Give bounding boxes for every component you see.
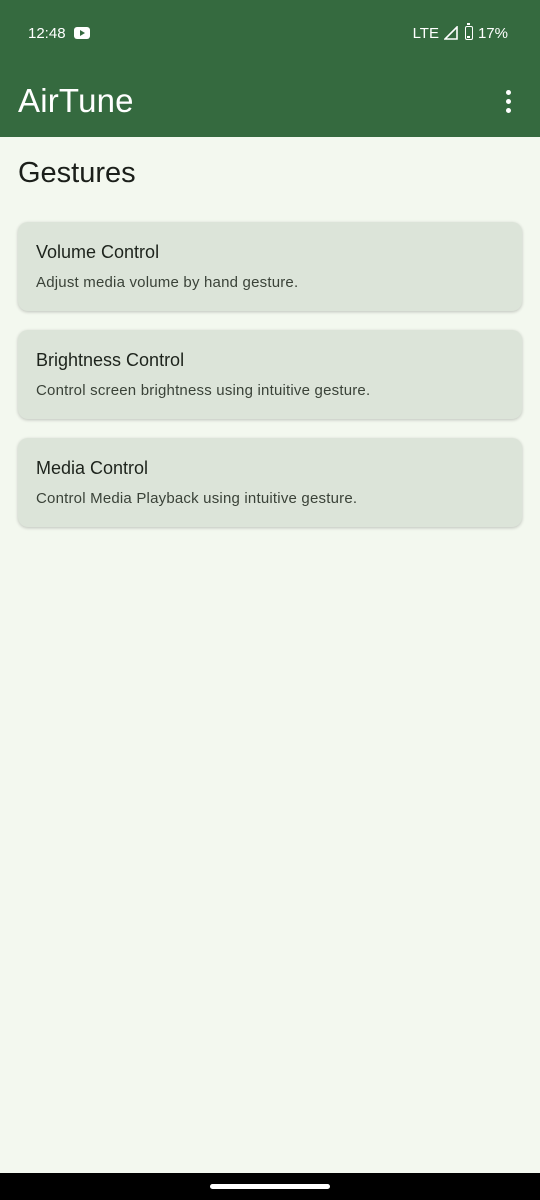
menu-dot <box>505 108 511 113</box>
menu-dot <box>505 99 511 104</box>
navigation-bar <box>0 1173 540 1200</box>
app-title: AirTune <box>18 81 134 119</box>
section-title: Gestures <box>18 157 136 189</box>
menu-dot <box>505 90 511 95</box>
card-title: Brightness Control <box>36 350 185 370</box>
card-title: Volume Control <box>36 242 160 262</box>
status-bar: 12:48 LTE 17% <box>0 0 540 66</box>
card-description: Control screen brightness using intuitiv… <box>36 382 371 399</box>
youtube-notification-icon <box>73 27 90 39</box>
screen: 12:48 LTE 17% AirTune Gestures Volume Co… <box>0 0 540 1200</box>
card-description: Adjust media volume by hand gesture. <box>36 274 299 291</box>
card-title: Media Control <box>36 458 149 478</box>
card-description: Control Media Playback using intuitive g… <box>36 490 358 507</box>
battery-percent: 17% <box>477 24 508 42</box>
status-time: 12:48 <box>28 24 66 42</box>
signal-icon <box>443 26 458 40</box>
home-gesture-handle[interactable] <box>210 1184 330 1189</box>
app-bar: AirTune <box>0 66 540 137</box>
more-vert-icon[interactable] <box>496 82 520 122</box>
network-type: LTE <box>412 24 439 42</box>
card-media-control[interactable]: Media Control Control Media Playback usi… <box>18 438 522 527</box>
status-left: 12:48 <box>28 25 90 42</box>
battery-icon <box>464 23 473 40</box>
card-volume-control[interactable]: Volume Control Adjust media volume by ha… <box>18 222 522 311</box>
status-right: LTE 17% <box>412 23 508 42</box>
card-brightness-control[interactable]: Brightness Control Control screen bright… <box>18 330 522 419</box>
